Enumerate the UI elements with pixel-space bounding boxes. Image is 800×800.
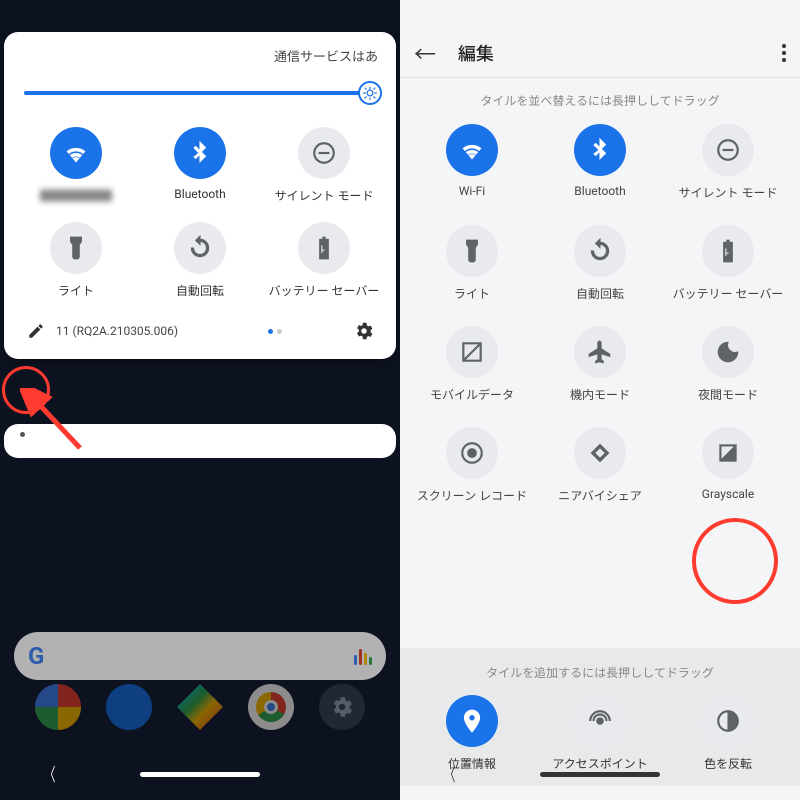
appbar: ← 編集 <box>400 28 800 78</box>
tile-dnd[interactable]: サイレント モード <box>664 124 792 201</box>
photos-app-icon[interactable] <box>35 684 81 730</box>
tile-label: ██████ <box>40 187 112 204</box>
nav-back[interactable]: 〈 <box>44 761 55 787</box>
tile-label: Bluetooth <box>174 187 225 201</box>
tile-rotate[interactable]: 自動回転 <box>536 225 664 302</box>
tile-label: ライト <box>454 285 490 302</box>
chrome-app-icon[interactable] <box>248 684 294 730</box>
tile-label: バッテリー セーバー <box>673 285 784 302</box>
brightness-track <box>24 91 376 95</box>
nearby-icon[interactable] <box>574 427 626 479</box>
quick-settings-panel: 通信サービスはあ ██████ Bluetooth サイレント モードライト 自動回転… <box>4 32 396 359</box>
wifi-icon[interactable] <box>446 124 498 176</box>
tile-label: 自動回転 <box>176 282 224 299</box>
record-icon[interactable] <box>446 427 498 479</box>
bluetooth-icon[interactable] <box>574 124 626 176</box>
qs-tiles-grid: ██████ Bluetooth サイレント モードライト 自動回転 バッテリー セーバ… <box>14 127 386 299</box>
tile-bluetooth[interactable]: Bluetooth <box>138 127 262 204</box>
night-icon[interactable] <box>702 326 754 378</box>
airplane-icon[interactable] <box>574 326 626 378</box>
tile-label: サイレント モード <box>275 187 374 204</box>
tile-wifi[interactable]: Wi-Fi <box>408 124 536 201</box>
bluetooth-icon[interactable] <box>174 127 226 179</box>
tile-dnd[interactable]: サイレント モード <box>262 127 386 204</box>
tile-label: スクリーン レコード <box>417 487 527 504</box>
settings-app-icon[interactable] <box>319 684 365 730</box>
wifi-icon[interactable] <box>50 127 102 179</box>
tile-label: 機内モード <box>570 386 630 403</box>
add-hint: タイルを追加するには長押ししてドラッグ <box>400 664 800 681</box>
tile-airplane[interactable]: 機内モード <box>536 326 664 403</box>
assistant-icon[interactable] <box>354 647 372 665</box>
tile-wifi[interactable]: ██████ <box>14 127 138 204</box>
rotate-icon[interactable] <box>174 222 226 274</box>
tile-label: サイレント モード <box>679 184 778 201</box>
tile-flashlight[interactable]: ライト <box>408 225 536 302</box>
nav-home-pill[interactable] <box>540 772 660 777</box>
nav-back[interactable]: 〈 <box>444 761 455 787</box>
rotate-icon[interactable] <box>574 225 626 277</box>
tile-flashlight[interactable]: ライト <box>14 222 138 299</box>
reorder-hint: タイルを並べ替えるには長押ししてドラッグ <box>400 92 800 109</box>
messages-app-icon[interactable] <box>106 684 152 730</box>
home-search-bar[interactable]: G <box>14 632 386 680</box>
nav-bar-right: 〈 <box>400 754 800 794</box>
tile-battery[interactable]: バッテリー セーバー <box>262 222 386 299</box>
mobiledata-icon[interactable] <box>446 326 498 378</box>
notification-shade-handle[interactable] <box>4 424 396 458</box>
home-dock <box>0 684 400 730</box>
battery-icon[interactable] <box>298 222 350 274</box>
tile-grayscale[interactable]: Grayscale <box>664 427 792 504</box>
edit-tiles-grid: Wi-Fi Bluetooth サイレント モードライト 自動回転 バッテリー セーバー… <box>400 124 800 504</box>
nav-home-pill[interactable] <box>140 772 260 777</box>
settings-gear-button[interactable] <box>348 315 380 347</box>
back-button[interactable]: ← <box>414 37 436 69</box>
carrier-label: 通信サービスはあ <box>14 46 386 73</box>
tile-label: バッテリー セーバー <box>269 282 380 299</box>
left-phone: 11:55 G 通信サービスはあ ██████Bluetoothサイレント モー… <box>0 0 400 800</box>
tile-label: Grayscale <box>702 487 754 501</box>
tile-label: 自動回転 <box>576 285 624 302</box>
appbar-title: 編集 <box>458 40 782 66</box>
tile-label: モバイルデータ <box>430 386 514 403</box>
dnd-icon[interactable] <box>298 127 350 179</box>
dnd-icon[interactable] <box>702 124 754 176</box>
tile-record[interactable]: スクリーン レコード <box>408 427 536 504</box>
tile-label: Wi-Fi <box>459 184 485 198</box>
tile-label: Bluetooth <box>574 184 625 198</box>
tile-mobiledata[interactable]: モバイルデータ <box>408 326 536 403</box>
build-number: 11 (RQ2A.210305.006) <box>56 324 202 338</box>
right-phone: 8:44 ← 編集 タイルを並べ替えるには長押ししてドラッグ Wi-FiBlue… <box>400 0 800 800</box>
play-store-icon[interactable] <box>177 684 223 730</box>
overflow-menu-button[interactable] <box>782 44 786 62</box>
qs-pager <box>202 329 348 334</box>
tile-label: ニアバイシェア <box>558 487 642 504</box>
grayscale-icon[interactable] <box>702 427 754 479</box>
flashlight-icon[interactable] <box>446 225 498 277</box>
tile-rotate[interactable]: 自動回転 <box>138 222 262 299</box>
hotspot-icon[interactable] <box>574 695 626 747</box>
brightness-thumb-icon[interactable] <box>358 81 382 105</box>
nav-bar-left: 〈 <box>0 754 400 794</box>
tile-label: 夜間モード <box>698 386 758 403</box>
tile-battery[interactable]: バッテリー セーバー <box>664 225 792 302</box>
tile-label: ライト <box>58 282 94 299</box>
location-icon[interactable] <box>446 695 498 747</box>
qs-footer: 11 (RQ2A.210305.006) <box>14 315 386 349</box>
edit-tiles-button[interactable] <box>20 315 52 347</box>
tile-bluetooth[interactable]: Bluetooth <box>536 124 664 201</box>
battery-icon[interactable] <box>702 225 754 277</box>
tile-nearby[interactable]: ニアバイシェア <box>536 427 664 504</box>
brightness-slider[interactable] <box>24 77 376 109</box>
google-logo: G <box>28 642 44 670</box>
flashlight-icon[interactable] <box>50 222 102 274</box>
invert-icon[interactable] <box>702 695 754 747</box>
tile-night[interactable]: 夜間モード <box>664 326 792 403</box>
